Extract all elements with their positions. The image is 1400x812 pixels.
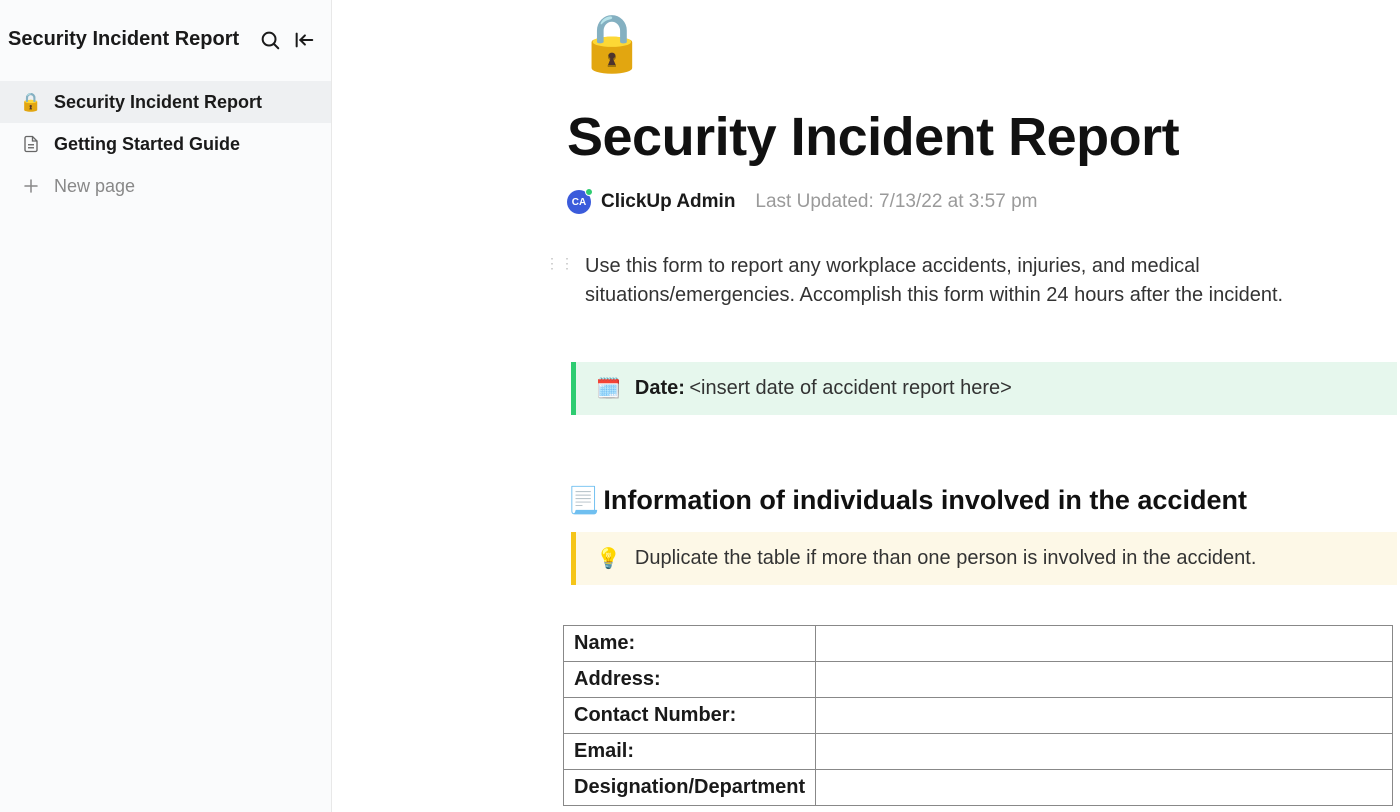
main-content: 🔒 Security Incident Report CA ClickUp Ad…	[332, 0, 1400, 812]
table-value-contact[interactable]	[816, 698, 1393, 734]
date-callout[interactable]: 🗓️ Date: <insert date of accident report…	[571, 362, 1397, 415]
date-label: Date:	[635, 377, 685, 399]
page-icon: 📃	[567, 485, 599, 516]
table-value-email[interactable]	[816, 734, 1393, 770]
sidebar-item-label: Security Incident Report	[54, 92, 262, 113]
workspace-title: Security Incident Report	[8, 28, 239, 51]
table-row: Designation/Department	[564, 770, 1393, 806]
sidebar-item-label: Getting Started Guide	[54, 134, 240, 155]
avatar[interactable]: CA	[567, 190, 591, 214]
tip-callout[interactable]: 💡 Duplicate the table if more than one p…	[571, 532, 1397, 585]
table-label-email[interactable]: Email:	[564, 734, 816, 770]
table-label-address[interactable]: Address:	[564, 662, 816, 698]
last-updated-value: 7/13/22 at 3:57 pm	[879, 191, 1037, 212]
drag-handle-icon[interactable]: ⋮⋮	[545, 258, 575, 269]
author-name: ClickUp Admin	[601, 191, 735, 213]
tip-text: Duplicate the table if more than one per…	[635, 547, 1256, 570]
individuals-table[interactable]: Name: Address: Contact Number: Email: De…	[563, 625, 1393, 806]
last-updated-label: Last Updated:	[755, 191, 873, 212]
new-page-label: New page	[54, 176, 135, 197]
table-value-designation[interactable]	[816, 770, 1393, 806]
page-title[interactable]: Security Incident Report	[567, 106, 1397, 168]
table-value-name[interactable]	[816, 626, 1393, 662]
sidebar: Security Incident Report 🔒 Security Inci…	[0, 0, 332, 812]
online-status-dot	[585, 188, 593, 196]
search-icon[interactable]	[259, 29, 281, 51]
document-icon	[20, 133, 42, 155]
table-row: Address:	[564, 662, 1393, 698]
plus-icon	[20, 175, 42, 197]
sidebar-actions	[259, 29, 315, 51]
page-cover-lock-icon: 🔒	[567, 10, 1397, 76]
last-updated: Last Updated: 7/13/22 at 3:57 pm	[755, 191, 1037, 213]
collapse-sidebar-icon[interactable]	[293, 29, 315, 51]
sidebar-item-getting-started[interactable]: Getting Started Guide	[0, 123, 331, 165]
table-row: Email:	[564, 734, 1393, 770]
lightbulb-icon: 💡	[596, 546, 621, 571]
sidebar-header: Security Incident Report	[0, 20, 331, 81]
section-heading-individuals[interactable]: 📃Information of individuals involved in …	[567, 485, 1397, 516]
table-label-contact[interactable]: Contact Number:	[564, 698, 816, 734]
avatar-initials: CA	[572, 197, 586, 208]
calendar-icon: 🗓️	[596, 376, 621, 401]
table-row: Name:	[564, 626, 1393, 662]
intro-text[interactable]: Use this form to report any workplace ac…	[585, 252, 1397, 310]
section-heading-text: Information of individuals involved in t…	[603, 485, 1247, 516]
date-value[interactable]: <insert date of accident report here>	[689, 377, 1011, 399]
page-meta-row: CA ClickUp Admin Last Updated: 7/13/22 a…	[567, 190, 1397, 214]
new-page-button[interactable]: New page	[0, 165, 331, 207]
table-label-name[interactable]: Name:	[564, 626, 816, 662]
table-value-address[interactable]	[816, 662, 1393, 698]
intro-block[interactable]: ⋮⋮ Use this form to report any workplace…	[545, 252, 1397, 310]
table-label-designation[interactable]: Designation/Department	[564, 770, 816, 806]
table-row: Contact Number:	[564, 698, 1393, 734]
lock-icon: 🔒	[20, 91, 42, 113]
sidebar-item-security-report[interactable]: 🔒 Security Incident Report	[0, 81, 331, 123]
